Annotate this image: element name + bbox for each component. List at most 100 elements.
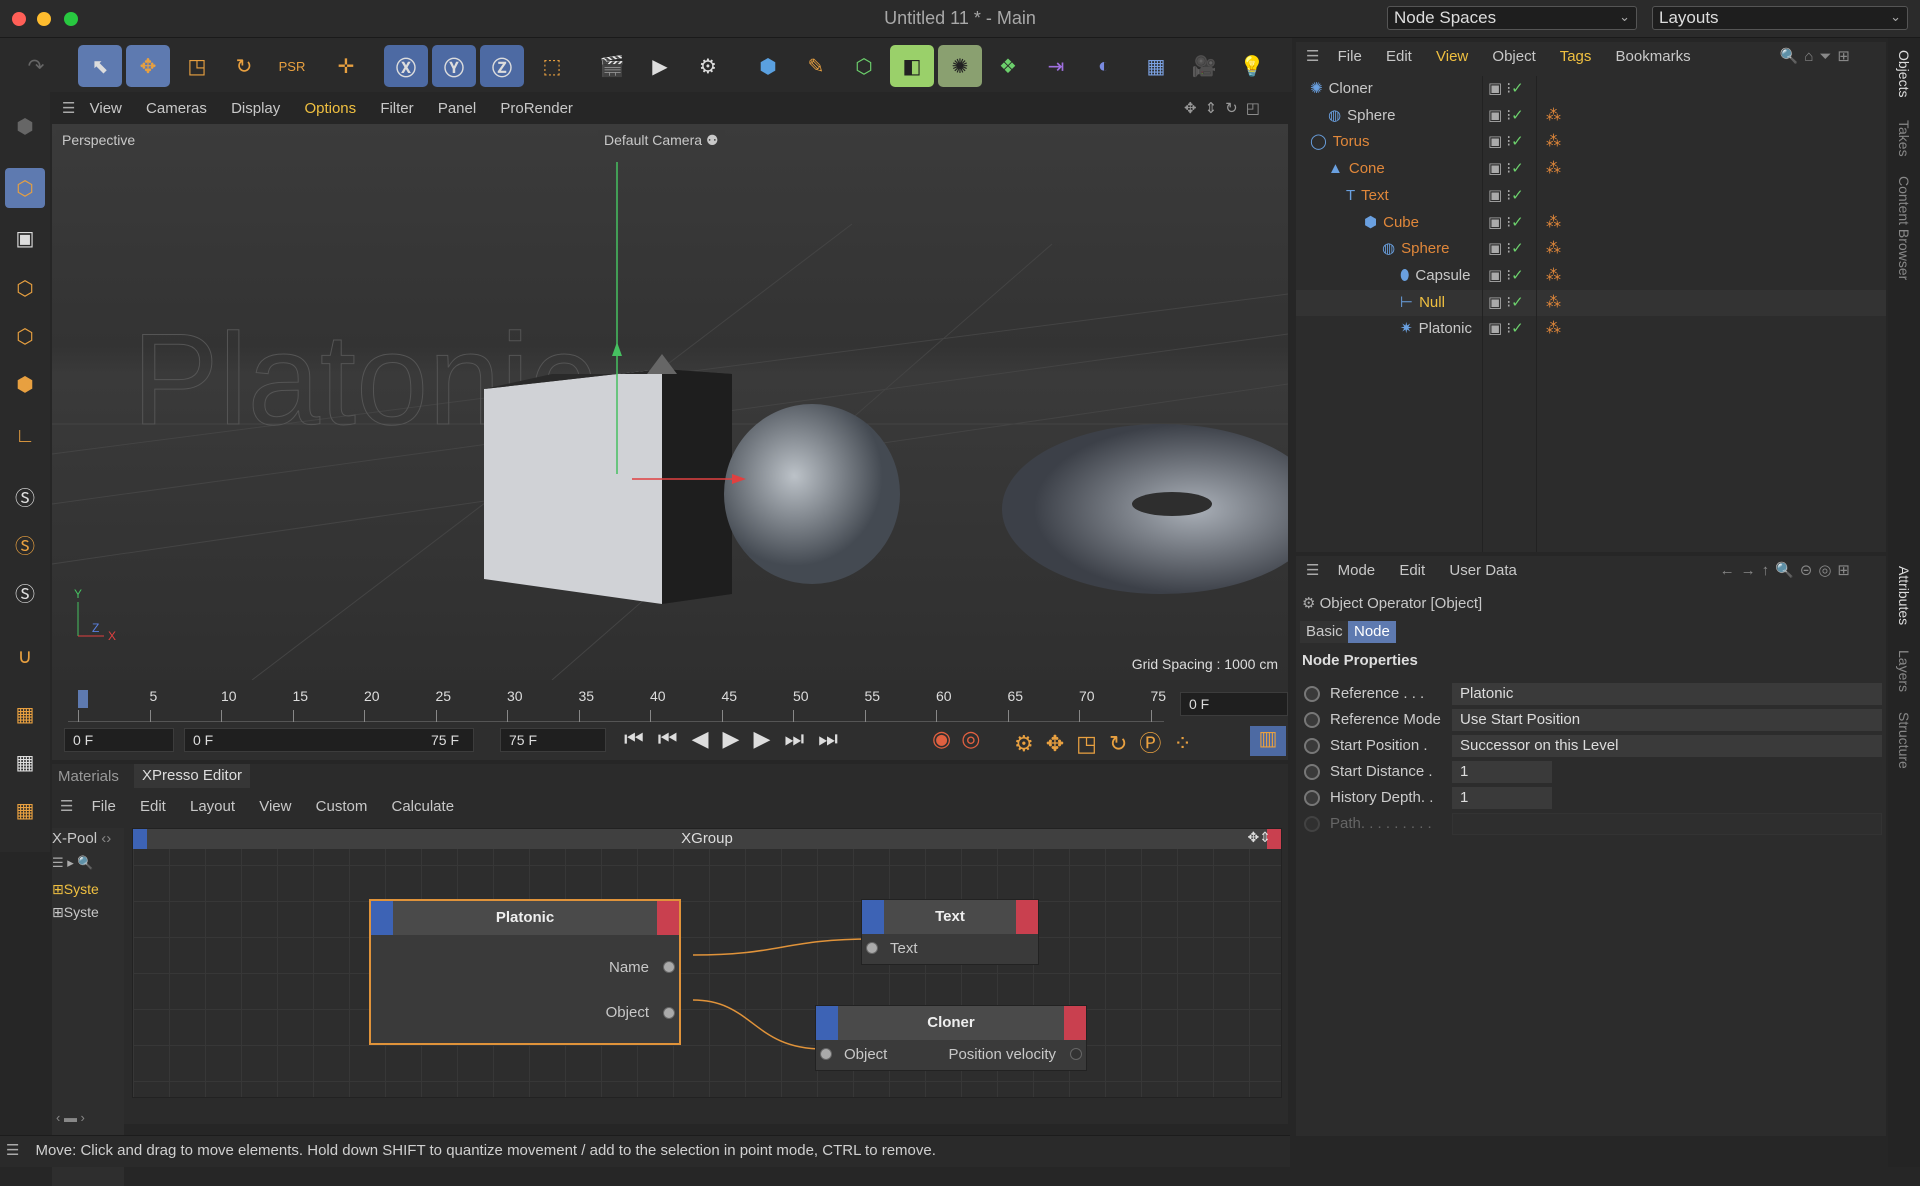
viewport-menu-display[interactable]: Display: [231, 100, 280, 117]
deformer-icon[interactable]: ⇥: [1034, 45, 1078, 87]
animate-keyframe-icon[interactable]: [1304, 764, 1320, 780]
cube-object-icon[interactable]: ⬢: [746, 45, 790, 87]
record-keys-icon[interactable]: ◉◎: [932, 726, 990, 752]
animate-keyframe-icon[interactable]: [1304, 712, 1320, 728]
visibility-check-icon[interactable]: ▣ ⁝✓: [1488, 183, 1524, 209]
key-filter-icons[interactable]: ⚙✥◳↻Ⓟ⁘: [1014, 726, 1204, 758]
xpresso-menu-calculate[interactable]: Calculate: [392, 798, 455, 815]
obj-menu-view[interactable]: View: [1436, 48, 1468, 65]
tag-icon[interactable]: ⁂: [1546, 263, 1561, 289]
side-tab-layers[interactable]: Layers: [1896, 650, 1912, 692]
hamburger-icon[interactable]: ☰: [6, 1142, 19, 1159]
tab-xpresso-editor[interactable]: XPresso Editor: [134, 764, 251, 788]
timeline-icon[interactable]: ▥: [1250, 726, 1286, 756]
tag-icon[interactable]: ⁂: [1546, 290, 1561, 316]
prop-value-field[interactable]: 1: [1452, 787, 1552, 809]
coordinate-system-icon[interactable]: ⬚: [530, 45, 574, 87]
current-frame-field[interactable]: 0 F: [1180, 692, 1288, 716]
object-tree-row[interactable]: ✺ Cloner ▣ ⁝✓: [1296, 76, 1886, 102]
snap-icon-2[interactable]: Ⓢ: [5, 524, 45, 564]
prop-value-field[interactable]: Platonic: [1452, 683, 1882, 705]
hamburger-icon[interactable]: ☰: [1306, 48, 1319, 65]
x-axis-lock-icon[interactable]: Ⓧ: [384, 45, 428, 87]
camera-icon[interactable]: 🎥: [1182, 45, 1226, 87]
port-object[interactable]: [663, 1007, 675, 1019]
xpresso-menu-file[interactable]: File: [92, 798, 116, 815]
undo-icon[interactable]: ↷: [14, 45, 58, 87]
pool-tools[interactable]: ☰ ▸ 🔍: [52, 855, 124, 871]
side-tab-structure[interactable]: Structure: [1896, 712, 1912, 769]
render-region-icon[interactable]: 🎬: [590, 45, 634, 87]
visibility-check-icon[interactable]: ▣ ⁝✓: [1488, 290, 1524, 316]
object-tree-row[interactable]: ⬮ Capsule ▣ ⁝✓ ⁂: [1296, 263, 1886, 289]
animate-keyframe-icon[interactable]: [1304, 816, 1320, 832]
visibility-check-icon[interactable]: ▣ ⁝✓: [1488, 316, 1524, 342]
visibility-check-icon[interactable]: ▣ ⁝✓: [1488, 263, 1524, 289]
hamburger-icon[interactable]: ☰: [62, 100, 75, 117]
visibility-check-icon[interactable]: ▣ ⁝✓: [1488, 156, 1524, 182]
texture-mode-icon[interactable]: ▣: [5, 218, 45, 258]
preview-range-slider[interactable]: 0 F 75 F: [184, 728, 474, 752]
obj-menu-bookmarks[interactable]: Bookmarks: [1616, 48, 1691, 65]
side-tab-takes[interactable]: Takes: [1896, 120, 1912, 157]
object-tree-row[interactable]: ✷ Platonic ▣ ⁝✓ ⁂: [1296, 316, 1886, 342]
camera-label[interactable]: Default Camera ⚉: [598, 130, 725, 151]
visibility-check-icon[interactable]: ▣ ⁝✓: [1488, 129, 1524, 155]
xpresso-menu-custom[interactable]: Custom: [316, 798, 368, 815]
attr-menu-mode[interactable]: Mode: [1338, 562, 1376, 579]
tab-materials[interactable]: Materials: [58, 768, 119, 785]
tab-node[interactable]: Node: [1348, 621, 1396, 643]
viewport-menu-options[interactable]: Options: [304, 100, 356, 117]
select-tool-icon[interactable]: ⬉: [78, 45, 122, 87]
cloner-icon[interactable]: ✺: [938, 45, 982, 87]
snap-icon-3[interactable]: Ⓢ: [5, 572, 45, 612]
pool-tree-item[interactable]: ⊞Syste: [52, 881, 124, 898]
visibility-check-icon[interactable]: ▣ ⁝✓: [1488, 236, 1524, 262]
prop-value-field[interactable]: Successor on this Level: [1452, 735, 1882, 757]
field-icon[interactable]: ◐: [1082, 45, 1126, 87]
playhead[interactable]: [78, 690, 88, 708]
render-settings-icon[interactable]: ⚙: [686, 45, 730, 87]
axis-mode-icon[interactable]: ∟: [5, 416, 45, 456]
viewport-menu-cameras[interactable]: Cameras: [146, 100, 207, 117]
magnet-icon[interactable]: ∪: [5, 636, 45, 676]
side-tab-objects[interactable]: Objects: [1896, 50, 1912, 97]
scale-tool-icon[interactable]: ◳: [175, 45, 219, 87]
pool-scroll-arrows[interactable]: ‹ ▬ ›: [56, 1110, 85, 1125]
object-tree-row[interactable]: ▲ Cone ▣ ⁝✓ ⁂: [1296, 156, 1886, 182]
floor-icon[interactable]: ▦: [1134, 45, 1178, 87]
xpresso-menu-layout[interactable]: Layout: [190, 798, 235, 815]
tag-icon[interactable]: ⁂: [1546, 103, 1561, 129]
model-mode-icon[interactable]: ⬡: [5, 168, 45, 208]
prop-value-field[interactable]: 1: [1452, 761, 1552, 783]
tag-icon[interactable]: ⁂: [1546, 236, 1561, 262]
subdivision-icon[interactable]: ⬡: [842, 45, 886, 87]
visibility-check-icon[interactable]: ▣ ⁝✓: [1488, 103, 1524, 129]
xpresso-menu-view[interactable]: View: [259, 798, 291, 815]
tag-icon[interactable]: ⁂: [1546, 129, 1561, 155]
tag-icon[interactable]: ⁂: [1546, 316, 1561, 342]
object-toolbar-icons[interactable]: 🔍⌂⏷⊞: [1780, 42, 1856, 72]
pen-spline-icon[interactable]: ✎: [794, 45, 838, 87]
viewport-menu-prorender[interactable]: ProRender: [500, 100, 573, 117]
playback-controls[interactable]: ⏮⏮◀▶▶⏭⏭: [624, 726, 852, 752]
side-tab-content-browser[interactable]: Content Browser: [1896, 176, 1912, 280]
object-tree-row[interactable]: ◍ Sphere ▣ ⁝✓ ⁂: [1296, 236, 1886, 262]
tag-icon[interactable]: ⁂: [1546, 210, 1561, 236]
obj-menu-tags[interactable]: Tags: [1560, 48, 1592, 65]
render-view-icon[interactable]: ▶: [638, 45, 682, 87]
extrude-generator-icon[interactable]: ◧: [890, 45, 934, 87]
side-tab-attributes[interactable]: Attributes: [1896, 566, 1912, 625]
animate-keyframe-icon[interactable]: [1304, 738, 1320, 754]
make-editable-icon[interactable]: ⬢: [5, 106, 45, 146]
timeline-ruler[interactable]: 051015202530354045505560657075: [68, 688, 1166, 722]
workplane-icon[interactable]: ▦: [5, 694, 45, 734]
obj-menu-object[interactable]: Object: [1492, 48, 1535, 65]
object-tree-row[interactable]: ◯ Torus ▣ ⁝✓ ⁂: [1296, 129, 1886, 155]
text-node[interactable]: Text Text: [861, 899, 1039, 965]
end-frame-field[interactable]: 75 F: [500, 728, 606, 752]
port-text[interactable]: [866, 942, 878, 954]
object-tree-row[interactable]: T Text ▣ ⁝✓: [1296, 183, 1886, 209]
snap-icon-1[interactable]: Ⓢ: [5, 476, 45, 516]
hamburger-icon[interactable]: ☰: [60, 798, 73, 815]
